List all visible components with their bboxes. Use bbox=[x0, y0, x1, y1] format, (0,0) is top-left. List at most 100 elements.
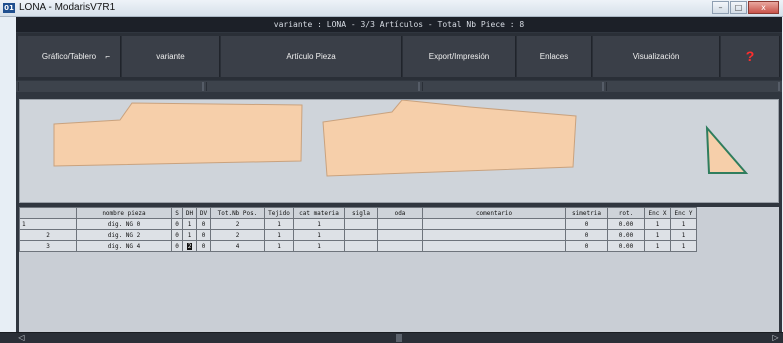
cell-dv[interactable]: 0 bbox=[196, 229, 211, 241]
title-bar[interactable]: 01 LONA - ModarisV7R1 – □ x bbox=[0, 0, 783, 17]
cell-oda[interactable] bbox=[377, 240, 423, 252]
table-row[interactable]: 3 dig. NG 4 0 2 0 4 1 1 0 0.00 1 1 bbox=[19, 240, 697, 252]
menu-grafico-tablero[interactable]: Gráfico/Tablero ⌐ bbox=[18, 36, 121, 77]
cell-simetria[interactable]: 0 bbox=[565, 218, 608, 230]
modaris-window: 01 LONA - ModarisV7R1 – □ x variante : L… bbox=[0, 0, 783, 343]
menu-bar: Gráfico/Tablero ⌐ variante Artículo Piez… bbox=[16, 33, 782, 80]
pattern-pieces bbox=[53, 99, 749, 177]
cell-s[interactable]: 0 bbox=[171, 240, 183, 252]
sub-cell bbox=[606, 82, 780, 91]
cell-index[interactable]: 2 bbox=[19, 229, 77, 241]
pattern-piece-1[interactable] bbox=[53, 102, 303, 167]
pattern-piece-3[interactable] bbox=[705, 125, 749, 174]
selected-value[interactable]: 2 bbox=[186, 242, 193, 250]
col-header-enc-y: Enc Y bbox=[670, 207, 697, 219]
cell-tot-nb-pos[interactable]: 2 bbox=[210, 229, 265, 241]
col-header-dv: DV bbox=[196, 207, 211, 219]
cell-oda[interactable] bbox=[377, 229, 423, 241]
table-row[interactable]: 1 dig. NG 0 0 1 0 2 1 1 0 0.00 1 1 bbox=[19, 218, 697, 230]
col-header-enc-x: Enc X bbox=[644, 207, 671, 219]
horizontal-scrollbar[interactable]: ◁ ▷ bbox=[0, 332, 783, 343]
maximize-button[interactable]: □ bbox=[730, 1, 747, 14]
secondary-bar bbox=[16, 81, 782, 92]
cell-tot-nb-pos[interactable]: 2 bbox=[210, 218, 265, 230]
scroll-thumb[interactable] bbox=[396, 334, 402, 342]
pattern-piece-2[interactable] bbox=[322, 99, 577, 177]
cell-index[interactable]: 3 bbox=[19, 240, 77, 252]
pieces-table: nombre pieza S DH DV Tot.Nb Pos. Tejido … bbox=[19, 207, 697, 252]
variant-info-bar: variante : LONA - 3/3 Artículos - Total … bbox=[16, 17, 782, 32]
app-icon: 01 bbox=[3, 3, 15, 13]
col-header-sigla: sigla bbox=[344, 207, 378, 219]
table-header-row: nombre pieza S DH DV Tot.Nb Pos. Tejido … bbox=[19, 207, 697, 219]
col-header-s: S bbox=[171, 207, 183, 219]
window-title: LONA - ModarisV7R1 bbox=[19, 2, 116, 13]
cell-dv[interactable]: 0 bbox=[196, 218, 211, 230]
cell-cat-materia[interactable]: 1 bbox=[293, 218, 345, 230]
sub-cell bbox=[422, 82, 604, 91]
menu-export-impresion[interactable]: Export/Impresión bbox=[403, 36, 516, 77]
cell-rot[interactable]: 0.00 bbox=[607, 240, 645, 252]
col-header-tot-nb-pos: Tot.Nb Pos. bbox=[210, 207, 265, 219]
help-button[interactable]: ? bbox=[721, 36, 780, 77]
cell-enc-y[interactable]: 1 bbox=[670, 229, 697, 241]
menu-variante[interactable]: variante bbox=[122, 36, 220, 77]
col-header-index bbox=[19, 207, 77, 219]
cell-nombre-pieza[interactable]: dig. NG 0 bbox=[76, 218, 172, 230]
menu-articulo-pieza[interactable]: Artículo Pieza bbox=[221, 36, 402, 77]
table-row[interactable]: 2 dig. NG 2 0 1 0 2 1 1 0 0.00 1 1 bbox=[19, 229, 697, 241]
scroll-left-arrow-icon[interactable]: ◁ bbox=[16, 333, 27, 343]
cell-cat-materia[interactable]: 1 bbox=[293, 229, 345, 241]
cell-enc-x[interactable]: 1 bbox=[644, 229, 671, 241]
cell-nombre-pieza[interactable]: dig. NG 2 bbox=[76, 229, 172, 241]
cell-comentario[interactable] bbox=[422, 229, 566, 241]
sub-cell bbox=[206, 82, 420, 91]
cell-enc-y[interactable]: 1 bbox=[670, 218, 697, 230]
col-header-comentario: comentario bbox=[422, 207, 566, 219]
col-header-nombre-pieza: nombre pieza bbox=[76, 207, 172, 219]
app-frame: variante : LONA - 3/3 Artículos - Total … bbox=[16, 17, 782, 343]
cell-rot[interactable]: 0.00 bbox=[607, 218, 645, 230]
col-header-cat-materia: cat materia bbox=[293, 207, 345, 219]
menu-visualizacion[interactable]: Visualización bbox=[593, 36, 720, 77]
close-button[interactable]: x bbox=[748, 1, 779, 14]
cell-s[interactable]: 0 bbox=[171, 229, 183, 241]
col-header-rot: rot. bbox=[607, 207, 645, 219]
cell-simetria[interactable]: 0 bbox=[565, 229, 608, 241]
cell-tejido[interactable]: 1 bbox=[264, 218, 294, 230]
cell-sigla[interactable] bbox=[344, 229, 378, 241]
cell-dh[interactable]: 1 bbox=[182, 218, 197, 230]
cell-tejido[interactable]: 1 bbox=[264, 240, 294, 252]
cell-sigla[interactable] bbox=[344, 240, 378, 252]
sub-cell bbox=[18, 82, 204, 91]
cell-dv[interactable]: 0 bbox=[196, 240, 211, 252]
cell-comentario[interactable] bbox=[422, 240, 566, 252]
window-controls: – □ x bbox=[712, 1, 779, 14]
col-header-dh: DH bbox=[182, 207, 197, 219]
cell-rot[interactable]: 0.00 bbox=[607, 229, 645, 241]
minimize-button[interactable]: – bbox=[712, 1, 729, 14]
menu-enlaces[interactable]: Enlaces bbox=[517, 36, 592, 77]
cell-enc-y[interactable]: 1 bbox=[670, 240, 697, 252]
cell-nombre-pieza[interactable]: dig. NG 4 bbox=[76, 240, 172, 252]
col-header-oda: oda bbox=[377, 207, 423, 219]
scroll-right-arrow-icon[interactable]: ▷ bbox=[770, 333, 781, 343]
pattern-canvas[interactable] bbox=[19, 99, 779, 203]
cell-enc-x[interactable]: 1 bbox=[644, 240, 671, 252]
cell-comentario[interactable] bbox=[422, 218, 566, 230]
cell-tejido[interactable]: 1 bbox=[264, 229, 294, 241]
cell-simetria[interactable]: 0 bbox=[565, 240, 608, 252]
cell-tot-nb-pos[interactable]: 4 bbox=[210, 240, 265, 252]
toggle-mark-icon: ⌐ bbox=[105, 52, 110, 61]
cell-dh-selected[interactable]: 2 bbox=[182, 240, 197, 252]
cell-enc-x[interactable]: 1 bbox=[644, 218, 671, 230]
cell-cat-materia[interactable]: 1 bbox=[293, 240, 345, 252]
menu-label: Gráfico/Tablero bbox=[41, 52, 97, 61]
cell-sigla[interactable] bbox=[344, 218, 378, 230]
cell-s[interactable]: 0 bbox=[171, 218, 183, 230]
cell-index[interactable]: 1 bbox=[19, 218, 77, 230]
pieces-table-area: nombre pieza S DH DV Tot.Nb Pos. Tejido … bbox=[19, 207, 779, 343]
cell-dh[interactable]: 1 bbox=[182, 229, 197, 241]
cell-oda[interactable] bbox=[377, 218, 423, 230]
col-header-simetria: simetria bbox=[565, 207, 608, 219]
